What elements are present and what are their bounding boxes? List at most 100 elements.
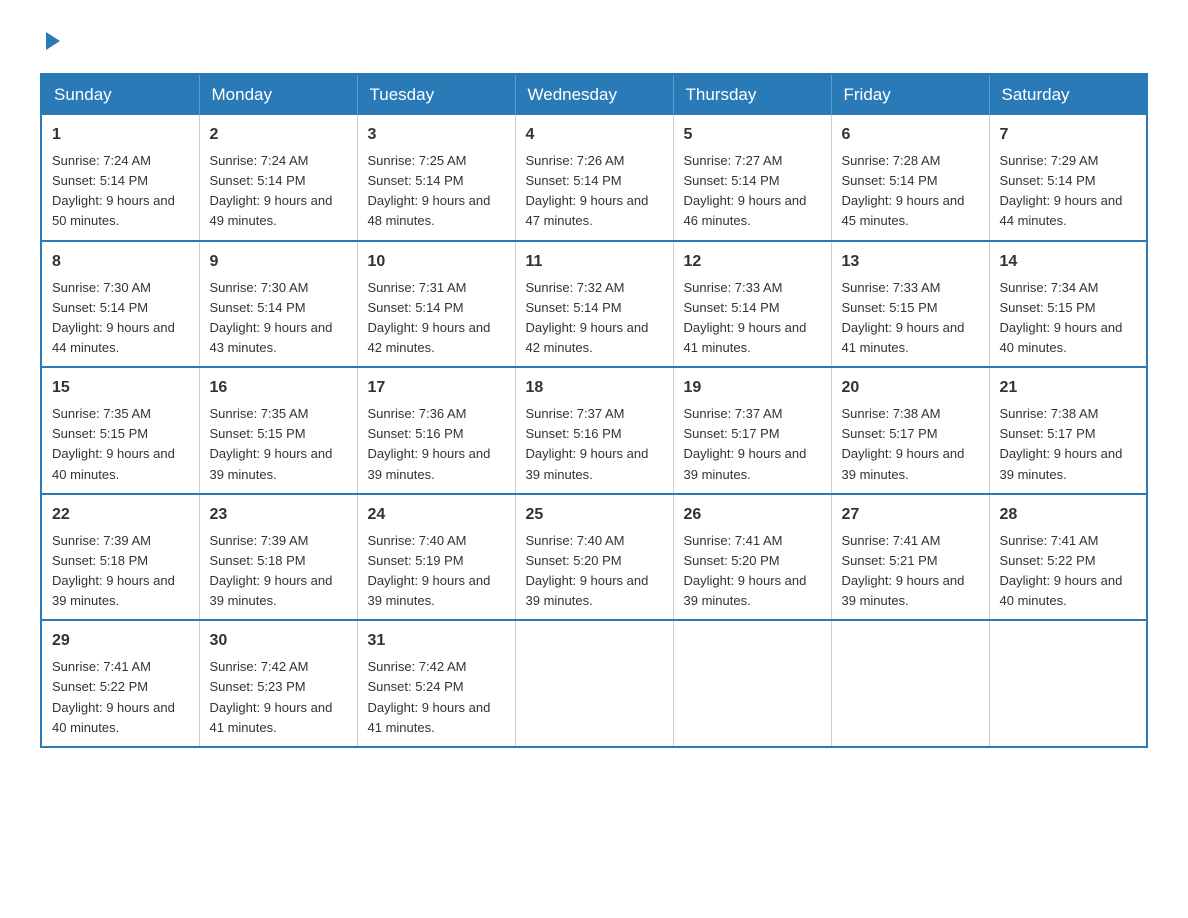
daylight-label: Daylight: 9 hours and 39 minutes.: [52, 573, 175, 608]
day-number: 13: [842, 250, 979, 274]
daylight-label: Daylight: 9 hours and 42 minutes.: [368, 320, 491, 355]
table-row: 26 Sunrise: 7:41 AM Sunset: 5:20 PM Dayl…: [673, 494, 831, 621]
sunrise-label: Sunrise: 7:39 AM: [52, 533, 151, 548]
col-friday: Friday: [831, 74, 989, 115]
col-wednesday: Wednesday: [515, 74, 673, 115]
day-info: Sunrise: 7:27 AM Sunset: 5:14 PM Dayligh…: [684, 151, 821, 232]
sunrise-label: Sunrise: 7:34 AM: [1000, 280, 1099, 295]
daylight-label: Daylight: 9 hours and 39 minutes.: [526, 573, 649, 608]
day-number: 12: [684, 250, 821, 274]
sunrise-label: Sunrise: 7:42 AM: [210, 659, 309, 674]
sunset-label: Sunset: 5:15 PM: [1000, 300, 1096, 315]
sunset-label: Sunset: 5:14 PM: [684, 300, 780, 315]
day-info: Sunrise: 7:41 AM Sunset: 5:20 PM Dayligh…: [684, 531, 821, 612]
sunset-label: Sunset: 5:22 PM: [52, 679, 148, 694]
daylight-label: Daylight: 9 hours and 39 minutes.: [210, 573, 333, 608]
table-row: 12 Sunrise: 7:33 AM Sunset: 5:14 PM Dayl…: [673, 241, 831, 368]
sunset-label: Sunset: 5:16 PM: [526, 426, 622, 441]
day-number: 2: [210, 123, 347, 147]
day-info: Sunrise: 7:35 AM Sunset: 5:15 PM Dayligh…: [210, 404, 347, 485]
sunrise-label: Sunrise: 7:33 AM: [684, 280, 783, 295]
sunrise-label: Sunrise: 7:35 AM: [52, 406, 151, 421]
table-row: 15 Sunrise: 7:35 AM Sunset: 5:15 PM Dayl…: [41, 367, 199, 494]
page-header: [40, 30, 1148, 53]
sunset-label: Sunset: 5:14 PM: [52, 173, 148, 188]
day-number: 10: [368, 250, 505, 274]
sunset-label: Sunset: 5:14 PM: [684, 173, 780, 188]
sunrise-label: Sunrise: 7:38 AM: [842, 406, 941, 421]
sunrise-label: Sunrise: 7:29 AM: [1000, 153, 1099, 168]
sunrise-label: Sunrise: 7:36 AM: [368, 406, 467, 421]
day-number: 27: [842, 503, 979, 527]
day-info: Sunrise: 7:40 AM Sunset: 5:20 PM Dayligh…: [526, 531, 663, 612]
table-row: [989, 620, 1147, 747]
calendar-header-row: Sunday Monday Tuesday Wednesday Thursday…: [41, 74, 1147, 115]
day-number: 21: [1000, 376, 1137, 400]
day-info: Sunrise: 7:38 AM Sunset: 5:17 PM Dayligh…: [842, 404, 979, 485]
table-row: 30 Sunrise: 7:42 AM Sunset: 5:23 PM Dayl…: [199, 620, 357, 747]
day-info: Sunrise: 7:30 AM Sunset: 5:14 PM Dayligh…: [210, 278, 347, 359]
calendar-week-row: 29 Sunrise: 7:41 AM Sunset: 5:22 PM Dayl…: [41, 620, 1147, 747]
calendar-week-row: 15 Sunrise: 7:35 AM Sunset: 5:15 PM Dayl…: [41, 367, 1147, 494]
table-row: 11 Sunrise: 7:32 AM Sunset: 5:14 PM Dayl…: [515, 241, 673, 368]
day-number: 6: [842, 123, 979, 147]
day-info: Sunrise: 7:24 AM Sunset: 5:14 PM Dayligh…: [52, 151, 189, 232]
day-info: Sunrise: 7:37 AM Sunset: 5:16 PM Dayligh…: [526, 404, 663, 485]
day-number: 16: [210, 376, 347, 400]
sunset-label: Sunset: 5:14 PM: [1000, 173, 1096, 188]
sunset-label: Sunset: 5:15 PM: [842, 300, 938, 315]
day-number: 29: [52, 629, 189, 653]
table-row: 5 Sunrise: 7:27 AM Sunset: 5:14 PM Dayli…: [673, 115, 831, 241]
table-row: 21 Sunrise: 7:38 AM Sunset: 5:17 PM Dayl…: [989, 367, 1147, 494]
sunset-label: Sunset: 5:14 PM: [368, 173, 464, 188]
calendar-week-row: 1 Sunrise: 7:24 AM Sunset: 5:14 PM Dayli…: [41, 115, 1147, 241]
day-info: Sunrise: 7:39 AM Sunset: 5:18 PM Dayligh…: [52, 531, 189, 612]
sunset-label: Sunset: 5:14 PM: [210, 300, 306, 315]
sunset-label: Sunset: 5:14 PM: [842, 173, 938, 188]
sunrise-label: Sunrise: 7:30 AM: [210, 280, 309, 295]
daylight-label: Daylight: 9 hours and 45 minutes.: [842, 193, 965, 228]
day-info: Sunrise: 7:41 AM Sunset: 5:22 PM Dayligh…: [1000, 531, 1137, 612]
table-row: 3 Sunrise: 7:25 AM Sunset: 5:14 PM Dayli…: [357, 115, 515, 241]
daylight-label: Daylight: 9 hours and 39 minutes.: [842, 573, 965, 608]
sunset-label: Sunset: 5:18 PM: [210, 553, 306, 568]
sunset-label: Sunset: 5:24 PM: [368, 679, 464, 694]
day-info: Sunrise: 7:29 AM Sunset: 5:14 PM Dayligh…: [1000, 151, 1137, 232]
daylight-label: Daylight: 9 hours and 46 minutes.: [684, 193, 807, 228]
day-info: Sunrise: 7:39 AM Sunset: 5:18 PM Dayligh…: [210, 531, 347, 612]
table-row: [673, 620, 831, 747]
sunset-label: Sunset: 5:17 PM: [1000, 426, 1096, 441]
sunset-label: Sunset: 5:14 PM: [368, 300, 464, 315]
daylight-label: Daylight: 9 hours and 40 minutes.: [52, 446, 175, 481]
calendar-week-row: 22 Sunrise: 7:39 AM Sunset: 5:18 PM Dayl…: [41, 494, 1147, 621]
col-thursday: Thursday: [673, 74, 831, 115]
sunrise-label: Sunrise: 7:38 AM: [1000, 406, 1099, 421]
sunset-label: Sunset: 5:15 PM: [52, 426, 148, 441]
table-row: 18 Sunrise: 7:37 AM Sunset: 5:16 PM Dayl…: [515, 367, 673, 494]
daylight-label: Daylight: 9 hours and 39 minutes.: [684, 573, 807, 608]
sunrise-label: Sunrise: 7:40 AM: [526, 533, 625, 548]
day-number: 1: [52, 123, 189, 147]
sunset-label: Sunset: 5:19 PM: [368, 553, 464, 568]
day-info: Sunrise: 7:42 AM Sunset: 5:23 PM Dayligh…: [210, 657, 347, 738]
logo: [40, 30, 64, 53]
daylight-label: Daylight: 9 hours and 44 minutes.: [52, 320, 175, 355]
table-row: 16 Sunrise: 7:35 AM Sunset: 5:15 PM Dayl…: [199, 367, 357, 494]
daylight-label: Daylight: 9 hours and 41 minutes.: [684, 320, 807, 355]
sunrise-label: Sunrise: 7:31 AM: [368, 280, 467, 295]
day-number: 26: [684, 503, 821, 527]
day-number: 8: [52, 250, 189, 274]
table-row: 25 Sunrise: 7:40 AM Sunset: 5:20 PM Dayl…: [515, 494, 673, 621]
table-row: 28 Sunrise: 7:41 AM Sunset: 5:22 PM Dayl…: [989, 494, 1147, 621]
sunset-label: Sunset: 5:20 PM: [684, 553, 780, 568]
daylight-label: Daylight: 9 hours and 49 minutes.: [210, 193, 333, 228]
calendar-week-row: 8 Sunrise: 7:30 AM Sunset: 5:14 PM Dayli…: [41, 241, 1147, 368]
sunrise-label: Sunrise: 7:41 AM: [1000, 533, 1099, 548]
table-row: 19 Sunrise: 7:37 AM Sunset: 5:17 PM Dayl…: [673, 367, 831, 494]
table-row: 6 Sunrise: 7:28 AM Sunset: 5:14 PM Dayli…: [831, 115, 989, 241]
table-row: 13 Sunrise: 7:33 AM Sunset: 5:15 PM Dayl…: [831, 241, 989, 368]
sunrise-label: Sunrise: 7:33 AM: [842, 280, 941, 295]
day-info: Sunrise: 7:41 AM Sunset: 5:22 PM Dayligh…: [52, 657, 189, 738]
day-number: 4: [526, 123, 663, 147]
sunrise-label: Sunrise: 7:42 AM: [368, 659, 467, 674]
